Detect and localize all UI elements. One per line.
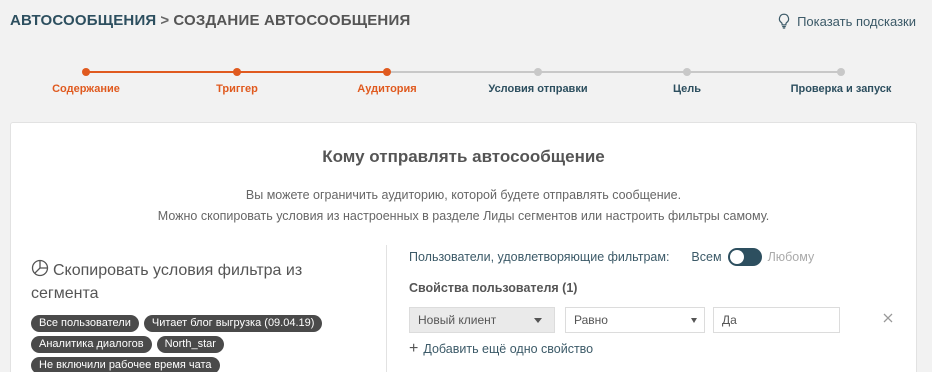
operator-select-value: Равно bbox=[574, 313, 608, 327]
segment-chip[interactable]: Аналитика диалогов bbox=[31, 336, 152, 353]
divider bbox=[386, 245, 387, 372]
step-dot bbox=[683, 68, 691, 76]
show-hints-label: Показать подсказки bbox=[797, 13, 916, 29]
stepper-connector bbox=[86, 71, 237, 73]
step-label[interactable]: Содержание bbox=[52, 83, 120, 95]
stepper-connector bbox=[237, 71, 387, 73]
breadcrumb-current: СОЗДАНИЕ АВТОСООБЩЕНИЯ bbox=[173, 12, 411, 29]
progress-stepper: Содержание Триггер Аудитория Условия отправ… bbox=[0, 60, 932, 104]
step-dot bbox=[534, 68, 542, 76]
segment-chip[interactable]: Не включили рабочее время чата bbox=[31, 357, 220, 372]
segment-chip[interactable]: Все пользователи bbox=[31, 315, 139, 332]
operator-select[interactable]: Равно bbox=[565, 307, 705, 333]
caret-down-icon bbox=[691, 318, 697, 323]
breadcrumb: АВТОСООБЩЕНИЯ > СОЗДАНИЕ АВТОСООБЩЕНИЯ bbox=[10, 12, 410, 29]
segment-chip[interactable]: Читает блог выгрузка (09.04.19) bbox=[143, 315, 323, 332]
user-properties-title: Свойства пользователя (1) bbox=[409, 281, 578, 295]
card-title: Кому отправлять автосообщение bbox=[322, 147, 605, 166]
filter-panel: Пользователи, удовлетворяющие фильтрам: … bbox=[409, 247, 909, 357]
add-property-button[interactable]: + Добавить ещё одно свойство bbox=[409, 340, 909, 357]
property-value-input[interactable] bbox=[713, 307, 840, 333]
step-dot bbox=[383, 68, 391, 76]
property-select-value: Новый клиент bbox=[418, 313, 497, 327]
close-icon[interactable] bbox=[881, 311, 895, 325]
match-mode-toggle[interactable] bbox=[727, 248, 762, 266]
property-select[interactable]: Новый клиент bbox=[409, 307, 555, 333]
audience-card: Кому отправлять автосообщение Вы можете … bbox=[10, 122, 917, 372]
description-line-2: Можно скопировать условия из настроенных… bbox=[157, 209, 770, 223]
step-label[interactable]: Триггер bbox=[216, 83, 258, 95]
step-dot bbox=[837, 68, 845, 76]
segment-copy-title-text: Скопировать условия фильтра из сегмента bbox=[31, 262, 303, 302]
pie-chart-icon bbox=[31, 259, 49, 277]
segment-chip[interactable]: North_star bbox=[156, 336, 224, 353]
step-label[interactable]: Условия отправки bbox=[488, 83, 587, 95]
step-label[interactable]: Аудитория bbox=[357, 83, 416, 95]
caret-down-icon bbox=[534, 318, 542, 323]
segment-copy-title: Скопировать условия фильтра из сегмента bbox=[31, 259, 351, 305]
segment-chip-list: Все пользователи Читает блог выгрузка (09… bbox=[31, 315, 351, 372]
filter-match-row: Пользователи, удовлетворяющие фильтрам: … bbox=[409, 247, 909, 267]
step-dot bbox=[233, 68, 241, 76]
card-description: Вы можете ограничить аудиторию, которой … bbox=[11, 185, 916, 227]
lightbulb-icon bbox=[778, 13, 790, 29]
segment-copy-panel: Скопировать условия фильтра из сегмента … bbox=[31, 259, 351, 372]
plus-icon: + bbox=[409, 340, 419, 357]
stepper-connector bbox=[538, 71, 687, 73]
property-row: Новый клиент Равно bbox=[409, 307, 909, 333]
breadcrumb-root[interactable]: АВТОСООБЩЕНИЯ bbox=[10, 12, 156, 29]
step-dot bbox=[82, 68, 90, 76]
stepper-connector bbox=[387, 71, 538, 73]
show-hints-button[interactable]: Показать подсказки bbox=[777, 13, 916, 29]
filter-match-label: Пользователи, удовлетворяющие фильтрам: bbox=[409, 250, 670, 264]
match-all-label[interactable]: Всем bbox=[691, 250, 721, 264]
add-property-label: Добавить ещё одно свойство bbox=[423, 342, 594, 356]
description-line-1: Вы можете ограничить аудиторию, которой … bbox=[245, 188, 682, 202]
breadcrumb-separator: > bbox=[160, 12, 170, 29]
step-label[interactable]: Цель bbox=[673, 83, 701, 95]
step-label[interactable]: Проверка и запуск bbox=[791, 83, 892, 95]
match-any-label[interactable]: Любому bbox=[768, 250, 815, 264]
stepper-connector bbox=[687, 71, 841, 73]
